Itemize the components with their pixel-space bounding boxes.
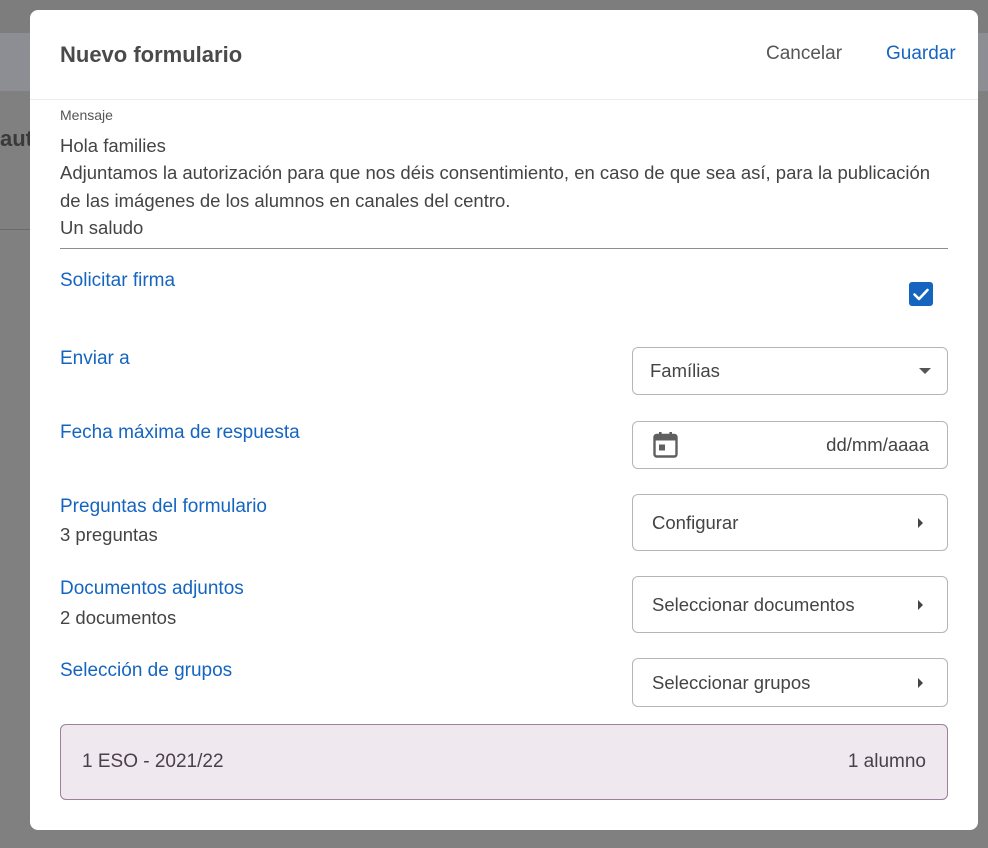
chevron-down-icon	[919, 368, 931, 374]
background-divider	[0, 229, 30, 230]
request-signature-label: Solicitar firma	[60, 270, 176, 291]
selected-group-card[interactable]: 1 ESO - 2021/22 1 alumno	[60, 724, 948, 800]
check-icon	[913, 288, 929, 301]
chevron-right-icon	[918, 599, 923, 610]
modal-title: Nuevo formulario	[60, 42, 243, 67]
due-date-input[interactable]: dd/mm/aaaa	[632, 421, 948, 469]
attached-documents-count: 2 documentos	[60, 607, 177, 628]
message-textarea[interactable]: Hola families Adjuntamos la autorización…	[60, 132, 948, 241]
due-date-label: Fecha máxima de respuesta	[60, 422, 300, 443]
select-groups-label: Seleccionar grupos	[652, 671, 811, 693]
calendar-icon[interactable]	[653, 432, 678, 458]
due-date-placeholder: dd/mm/aaaa	[826, 434, 929, 455]
configure-questions-button[interactable]: Configurar	[632, 494, 948, 551]
new-form-modal: Nuevo formulario Cancelar Guardar Mensaj…	[30, 10, 978, 830]
message-line: Adjuntamos la autorización para que nos …	[60, 162, 931, 211]
chevron-right-icon	[918, 677, 923, 688]
send-to-selected-value: Famílias	[650, 360, 720, 381]
chevron-right-icon	[918, 517, 923, 528]
modal-header: Nuevo formulario Cancelar Guardar	[30, 10, 978, 100]
background-heading: aut	[0, 126, 30, 151]
send-to-label: Enviar a	[60, 348, 130, 369]
cancel-button[interactable]: Cancelar	[766, 43, 842, 65]
select-groups-button[interactable]: Seleccionar grupos	[632, 658, 948, 707]
form-questions-count: 3 preguntas	[60, 524, 158, 545]
request-signature-checkbox[interactable]	[909, 282, 933, 306]
send-to-select[interactable]: Famílias	[632, 347, 948, 395]
form-questions-label: Preguntas del formulario	[60, 496, 267, 517]
message-line: Hola families	[60, 135, 166, 156]
attached-documents-label: Documentos adjuntos	[60, 578, 244, 599]
message-label: Mensaje	[60, 107, 113, 123]
save-button[interactable]: Guardar	[886, 43, 956, 65]
group-name: 1 ESO - 2021/22	[82, 751, 224, 772]
group-selection-label: Selección de grupos	[60, 660, 233, 681]
select-documents-label: Seleccionar documentos	[652, 593, 855, 615]
select-documents-button[interactable]: Seleccionar documentos	[632, 576, 948, 633]
message-underline	[60, 248, 948, 249]
configure-questions-label: Configurar	[652, 511, 739, 533]
group-student-count: 1 alumno	[847, 751, 926, 772]
message-line: Un saludo	[60, 216, 144, 238]
